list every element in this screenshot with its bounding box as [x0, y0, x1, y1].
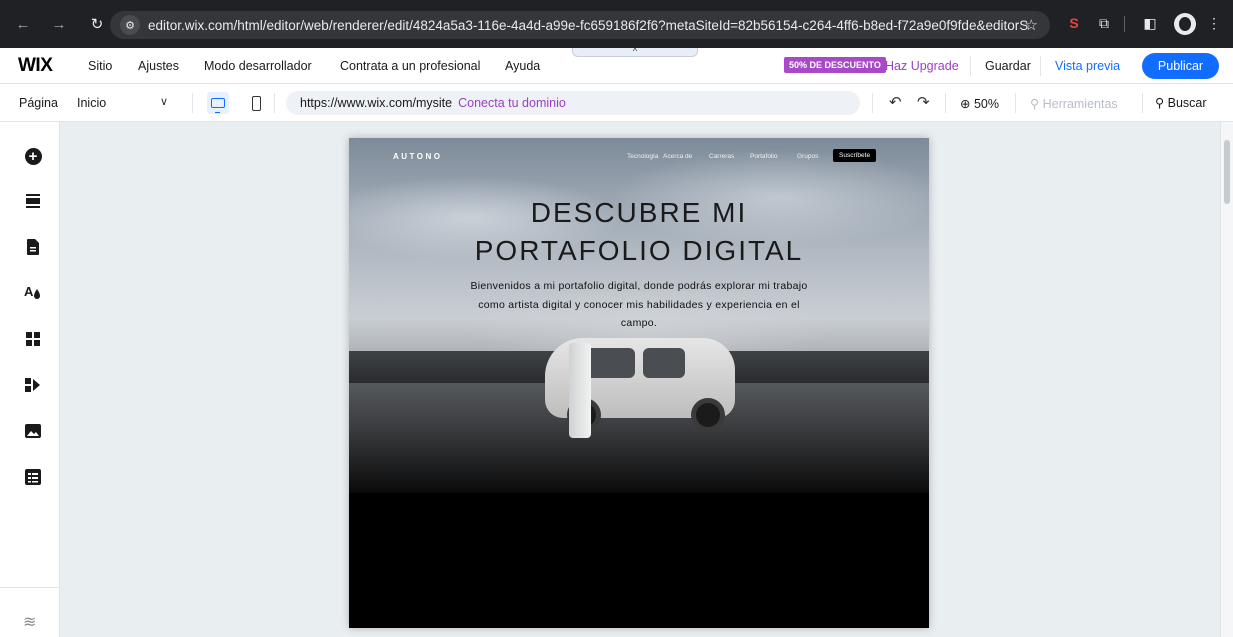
search-button[interactable]: ⚲ Buscar: [1155, 95, 1207, 110]
toolbar-divider: [274, 93, 275, 113]
wix-logo[interactable]: WIX: [18, 55, 53, 77]
site-design-icon[interactable]: A: [24, 283, 42, 301]
editor-canvas[interactable]: AUTONO Tecnología Acerca de Carreras Por…: [60, 122, 1220, 637]
sidebar-divider: [0, 587, 60, 588]
sections-icon[interactable]: [24, 192, 42, 210]
desktop-view-button[interactable]: [207, 92, 229, 114]
search-icon: ⚲: [1155, 96, 1165, 110]
car-wheel: [691, 398, 725, 432]
subscribe-button[interactable]: Suscríbete: [833, 149, 877, 162]
site-nav-portafolio[interactable]: Portafolio: [750, 153, 777, 160]
monitor-icon: [211, 98, 225, 113]
hero-title-line2: PORTAFOLIO DIGITAL: [474, 235, 804, 266]
connect-domain-link[interactable]: Conecta tu dominio: [458, 96, 566, 110]
site-nav-acerca[interactable]: Acerca de: [663, 153, 692, 160]
bookmark-star-icon[interactable]: ☆: [1025, 16, 1038, 34]
zoom-value: 50%: [973, 97, 999, 111]
save-button[interactable]: Guardar: [985, 59, 1031, 73]
editor-topbar: WIX Sitio Ajustes Modo desarrollador Con…: [0, 47, 1233, 84]
menu-contrata-profesional[interactable]: Contrata a un profesional: [340, 59, 480, 73]
browser-chrome: ← → ↻ ⚙ editor.wix.com/html/editor/web/r…: [0, 0, 1233, 48]
phone-icon: [251, 95, 261, 111]
preview-button[interactable]: Vista previa: [1055, 59, 1120, 73]
extensions-puzzle-icon[interactable]: ⧉: [1094, 13, 1114, 33]
scrollbar-thumb[interactable]: [1224, 140, 1230, 204]
cms-icon[interactable]: [24, 468, 42, 486]
tools-button[interactable]: ⚲ Herramientas: [1030, 96, 1118, 111]
toolbar-divider: [945, 93, 946, 113]
add-elements-icon[interactable]: +: [24, 147, 42, 165]
redo-icon[interactable]: ↷: [917, 93, 930, 111]
toolbar-divider: [192, 93, 193, 113]
toolbar-divider: [872, 93, 873, 113]
pages-icon[interactable]: [24, 238, 42, 256]
extension-icon[interactable]: S: [1064, 13, 1084, 33]
zoom-control[interactable]: ⊕ 50%: [960, 96, 999, 111]
collapse-topbar-tab[interactable]: ^: [572, 47, 698, 57]
zoom-in-icon: ⊕: [960, 97, 971, 111]
svg-text:A: A: [24, 284, 34, 299]
mobile-view-button[interactable]: [245, 92, 267, 114]
chevron-down-icon[interactable]: ∨: [160, 95, 168, 108]
hero-description[interactable]: Bienvenidos a mi portafolio digital, don…: [459, 277, 819, 333]
editor-toolbar: Página Inicio ∨ https://www.wix.com/mysi…: [0, 84, 1233, 122]
forward-icon[interactable]: →: [48, 13, 70, 35]
site-nav-grupos[interactable]: Grupos: [797, 153, 818, 160]
menu-modo-desarrollador[interactable]: Modo desarrollador: [204, 59, 312, 73]
toolbar-divider: [1142, 93, 1143, 113]
apps-icon[interactable]: [24, 330, 42, 348]
side-panel-icon[interactable]: ◧: [1140, 13, 1160, 33]
site-brand[interactable]: AUTONO: [393, 152, 443, 161]
undo-icon[interactable]: ↶: [889, 93, 902, 111]
discount-badge: 50% DE DESCUENTO: [784, 57, 886, 73]
hero-title-line1: DESCUBRE MI: [530, 197, 748, 228]
toolbar-divider: [1015, 93, 1016, 113]
menu-ayuda[interactable]: Ayuda: [505, 59, 540, 73]
topbar-divider: [1040, 56, 1041, 76]
wrench-icon: ⚲: [1030, 97, 1040, 111]
back-icon[interactable]: ←: [12, 13, 34, 35]
left-sidebar: + A ≋: [0, 122, 60, 637]
page-label: Página: [19, 96, 58, 110]
address-url[interactable]: editor.wix.com/html/editor/web/renderer/…: [148, 18, 1028, 33]
site-url-bar[interactable]: https://www.wix.com/mysite Conecta tu dom…: [286, 91, 860, 115]
canvas-scrollbar[interactable]: [1220, 122, 1233, 637]
site-nav-carreras[interactable]: Carreras: [709, 153, 734, 160]
site-url: https://www.wix.com/mysite: [300, 96, 453, 110]
chrome-menu-icon[interactable]: ⋮: [1204, 13, 1224, 33]
topbar-divider: [970, 56, 971, 76]
tools-label: Herramientas: [1042, 97, 1118, 111]
media-icon[interactable]: [24, 422, 42, 440]
publish-button[interactable]: Publicar: [1142, 53, 1219, 79]
business-apps-icon[interactable]: [24, 376, 42, 394]
chrome-divider: [1124, 16, 1125, 32]
menu-ajustes[interactable]: Ajustes: [138, 59, 179, 73]
upgrade-link[interactable]: Haz Upgrade: [885, 59, 959, 73]
car-window: [643, 348, 685, 378]
site-info-icon[interactable]: ⚙: [120, 15, 140, 35]
reload-icon[interactable]: ↻: [86, 13, 108, 35]
site-nav-tecnologia[interactable]: Tecnología: [627, 153, 658, 160]
profile-avatar[interactable]: [1174, 13, 1196, 35]
layers-icon[interactable]: ≋: [23, 612, 36, 632]
search-label: Buscar: [1167, 96, 1207, 110]
charging-station: [569, 343, 591, 438]
page-selector[interactable]: Inicio: [77, 96, 106, 110]
hero-title[interactable]: DESCUBRE MI PORTAFOLIO DIGITAL: [349, 194, 929, 270]
site-preview[interactable]: AUTONO Tecnología Acerca de Carreras Por…: [349, 138, 929, 628]
menu-sitio[interactable]: Sitio: [88, 59, 112, 73]
address-bar[interactable]: ⚙ editor.wix.com/html/editor/web/rendere…: [110, 11, 1050, 39]
